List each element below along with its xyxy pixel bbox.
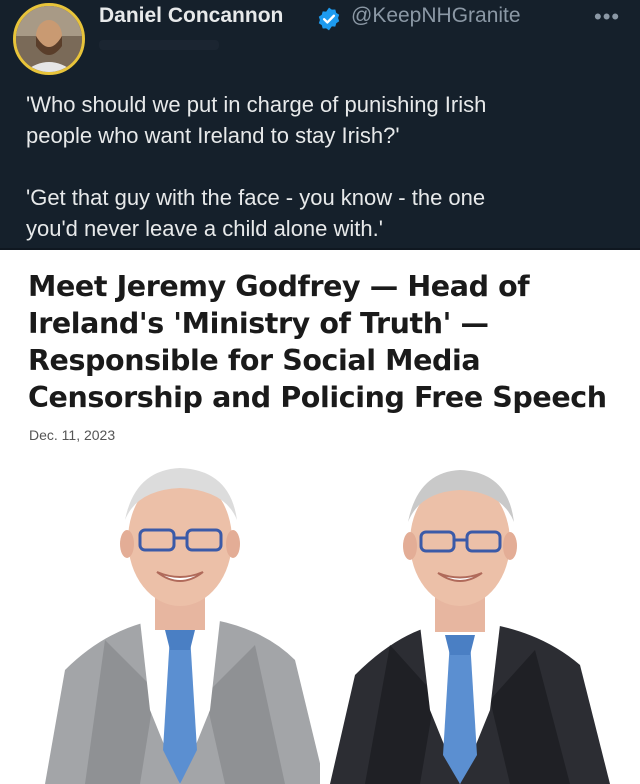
- tweet-text: 'Who should we put in charge of punishin…: [26, 89, 626, 244]
- author-name[interactable]: Daniel Concannon: [99, 4, 283, 28]
- photo-grey-suit: [25, 460, 335, 784]
- more-options-icon[interactable]: •••: [594, 4, 620, 30]
- author-avatar[interactable]: [13, 3, 85, 75]
- tweet: Daniel Concannon @KeepNHGranite ••• 'Who…: [0, 0, 640, 250]
- article-card[interactable]: Meet Jeremy Godfrey — Head of Ireland's …: [0, 250, 640, 784]
- tweet-paragraph: 'Who should we put in charge of punishin…: [26, 92, 487, 148]
- verified-badge-icon: [316, 6, 342, 32]
- photo-dark-suit: [320, 460, 620, 784]
- author-handle[interactable]: @KeepNHGranite: [351, 4, 521, 28]
- blurred-subline: [99, 40, 219, 50]
- article-headline[interactable]: Meet Jeremy Godfrey — Head of Ireland's …: [28, 268, 628, 416]
- tweet-paragraph: 'Get that guy with the face - you know -…: [26, 185, 486, 241]
- article-date: Dec. 11, 2023: [29, 427, 116, 443]
